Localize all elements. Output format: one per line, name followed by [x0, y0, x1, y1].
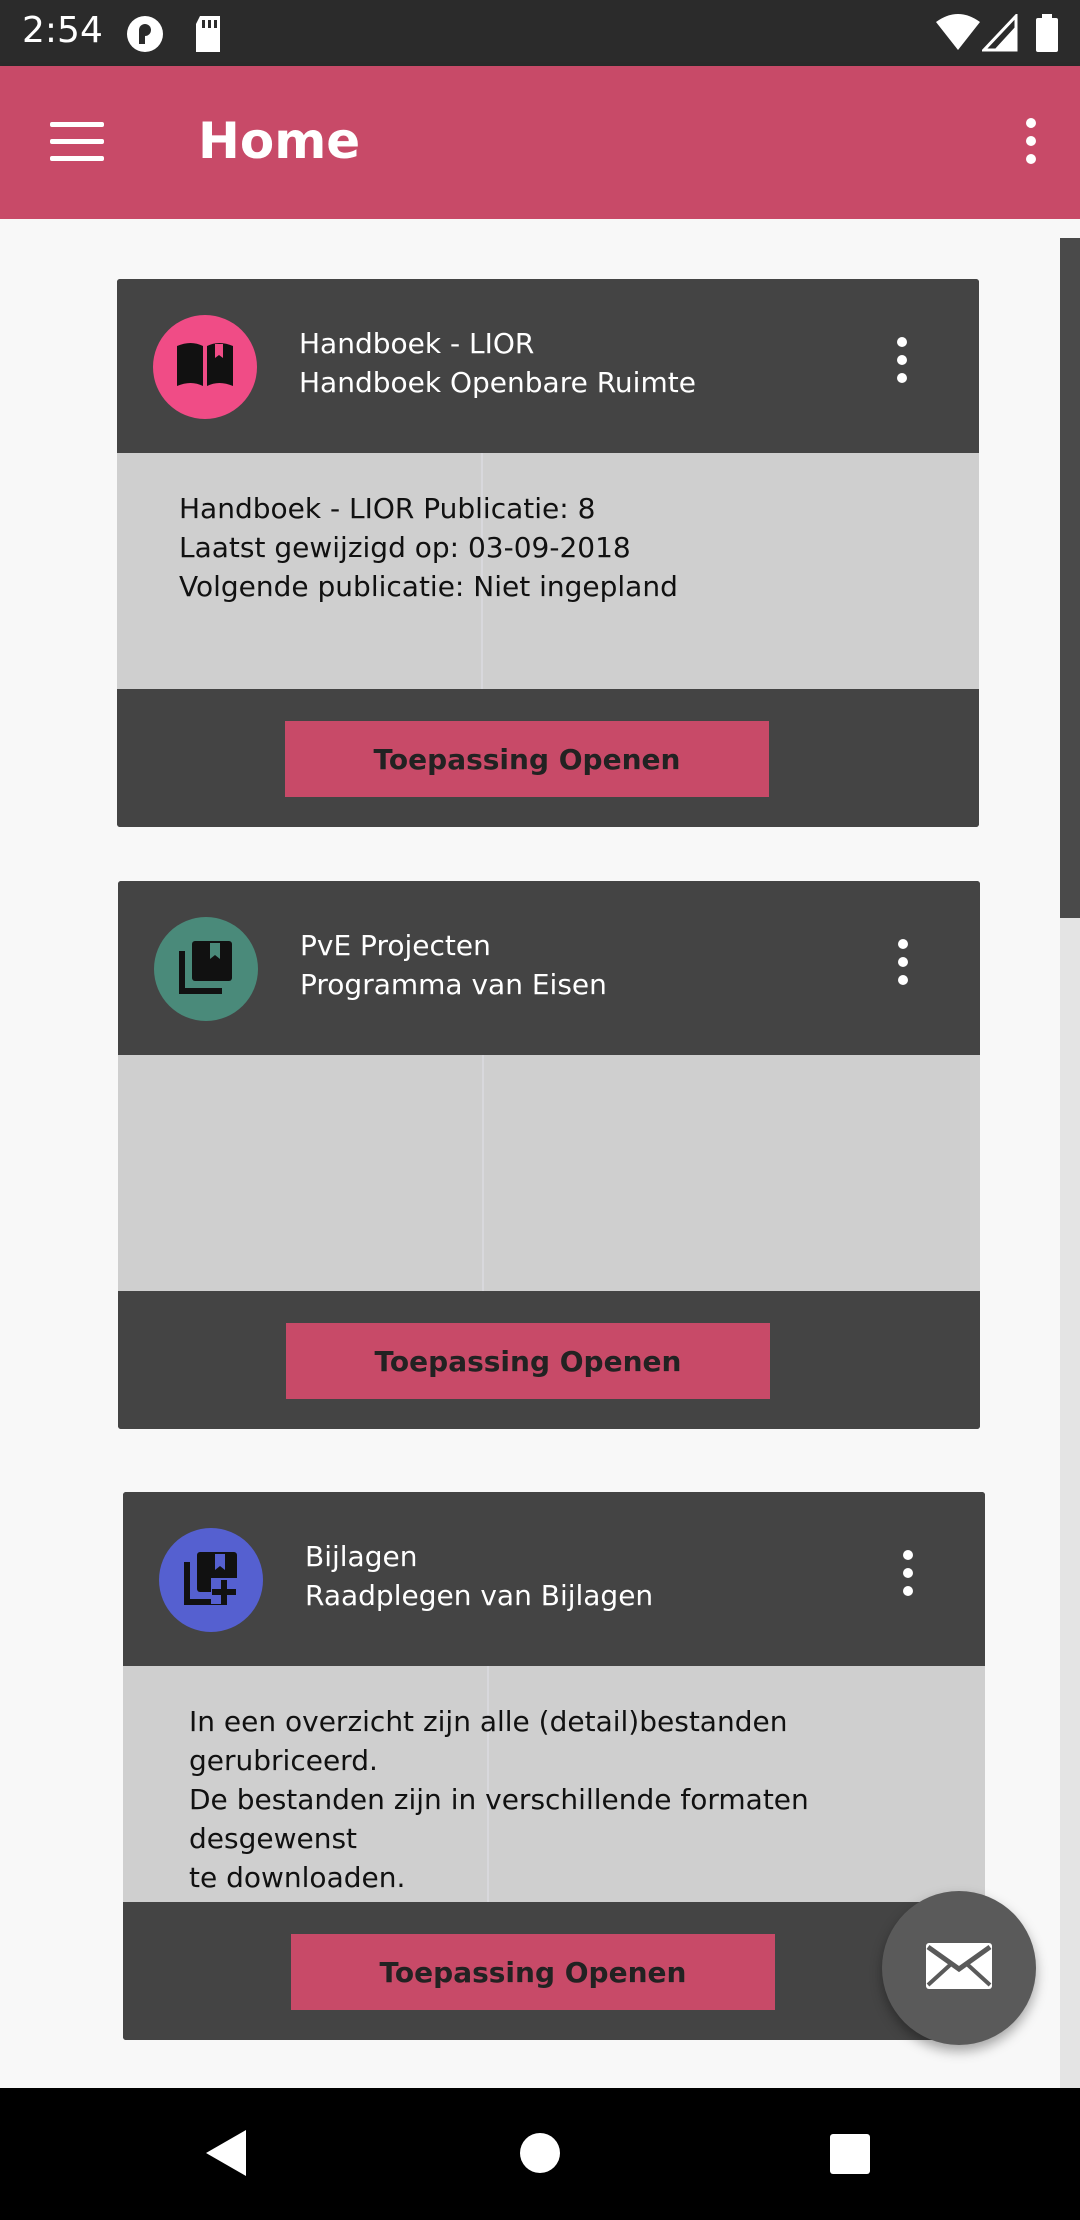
card-more-icon[interactable] [901, 1550, 915, 1600]
open-app-button[interactable]: Toepassing Openen [291, 1934, 775, 2010]
card-header: PvE Projecten Programma van Eisen [118, 881, 980, 1055]
library-add-icon [181, 1548, 241, 1612]
card-subtitle: Programma van Eisen [300, 968, 607, 1001]
card-body: Handboek - LIOR Publicatie: 8 Laatst gew… [117, 453, 979, 689]
mail-icon [924, 1941, 994, 1995]
card-avatar [159, 1528, 263, 1632]
card-header: Bijlagen Raadplegen van Bijlagen [123, 1492, 985, 1666]
card-body-line: Volgende publicatie: Niet ingepland [179, 570, 678, 603]
mail-fab-button[interactable] [882, 1891, 1036, 2045]
card-more-icon[interactable] [896, 939, 910, 989]
card-handboek-lior: Handboek - LIOR Handboek Openbare Ruimte… [117, 279, 979, 827]
card-title: Handboek - LIOR [299, 327, 535, 360]
recents-icon[interactable] [829, 2133, 871, 2179]
home-icon[interactable] [519, 2132, 561, 2178]
card-body-line: De bestanden zijn in verschillende forma… [189, 1783, 809, 1855]
card-subtitle: Raadplegen van Bijlagen [305, 1579, 654, 1612]
card-title: PvE Projecten [300, 929, 491, 962]
card-footer: Toepassing Openen [117, 689, 979, 827]
status-bar: 2:54 [0, 0, 1080, 66]
divider [482, 1055, 484, 1291]
book-open-icon [175, 340, 235, 394]
card-footer: Toepassing Openen [123, 1902, 985, 2040]
more-vert-icon[interactable] [1024, 118, 1038, 166]
card-more-icon[interactable] [895, 337, 909, 387]
page-title: Home [198, 112, 361, 170]
card-footer: Toepassing Openen [118, 1291, 980, 1429]
card-body: In een overzicht zijn alle (detail)besta… [123, 1666, 985, 1902]
sd-card-icon [192, 14, 224, 58]
open-app-button[interactable]: Toepassing Openen [285, 721, 769, 797]
library-books-icon [176, 937, 236, 1001]
back-icon[interactable] [204, 2128, 248, 2182]
system-nav-bar [0, 2088, 1080, 2220]
card-body-text: In een overzicht zijn alle (detail)besta… [189, 1702, 985, 1897]
card-pve-projecten: PvE Projecten Programma van Eisen Toepas… [118, 881, 980, 1429]
card-avatar [153, 315, 257, 419]
open-app-button[interactable]: Toepassing Openen [286, 1323, 770, 1399]
wifi-icon [936, 14, 980, 56]
battery-icon [1036, 14, 1058, 56]
card-body [118, 1055, 980, 1291]
card-body-text: Handboek - LIOR Publicatie: 8 Laatst gew… [179, 489, 678, 606]
card-body-line: Handboek - LIOR Publicatie: 8 [179, 492, 596, 525]
card-bijlagen: Bijlagen Raadplegen van Bijlagen In een … [123, 1492, 985, 2040]
card-avatar [154, 917, 258, 1021]
card-body-line: Laatst gewijzigd op: 03-09-2018 [179, 531, 631, 564]
cell-signal-icon [980, 12, 1018, 56]
card-subtitle: Handboek Openbare Ruimte [299, 366, 696, 399]
app-bar: Home [0, 66, 1080, 219]
card-body-line: In een overzicht zijn alle (detail)besta… [189, 1705, 788, 1777]
card-header: Handboek - LIOR Handboek Openbare Ruimte [117, 279, 979, 453]
card-title: Bijlagen [305, 1540, 418, 1573]
notification-p-icon [125, 14, 165, 58]
scrollbar-thumb[interactable] [1060, 238, 1080, 918]
menu-icon[interactable] [50, 122, 104, 162]
card-body-line: te downloaden. [189, 1861, 406, 1894]
status-time: 2:54 [22, 10, 103, 51]
